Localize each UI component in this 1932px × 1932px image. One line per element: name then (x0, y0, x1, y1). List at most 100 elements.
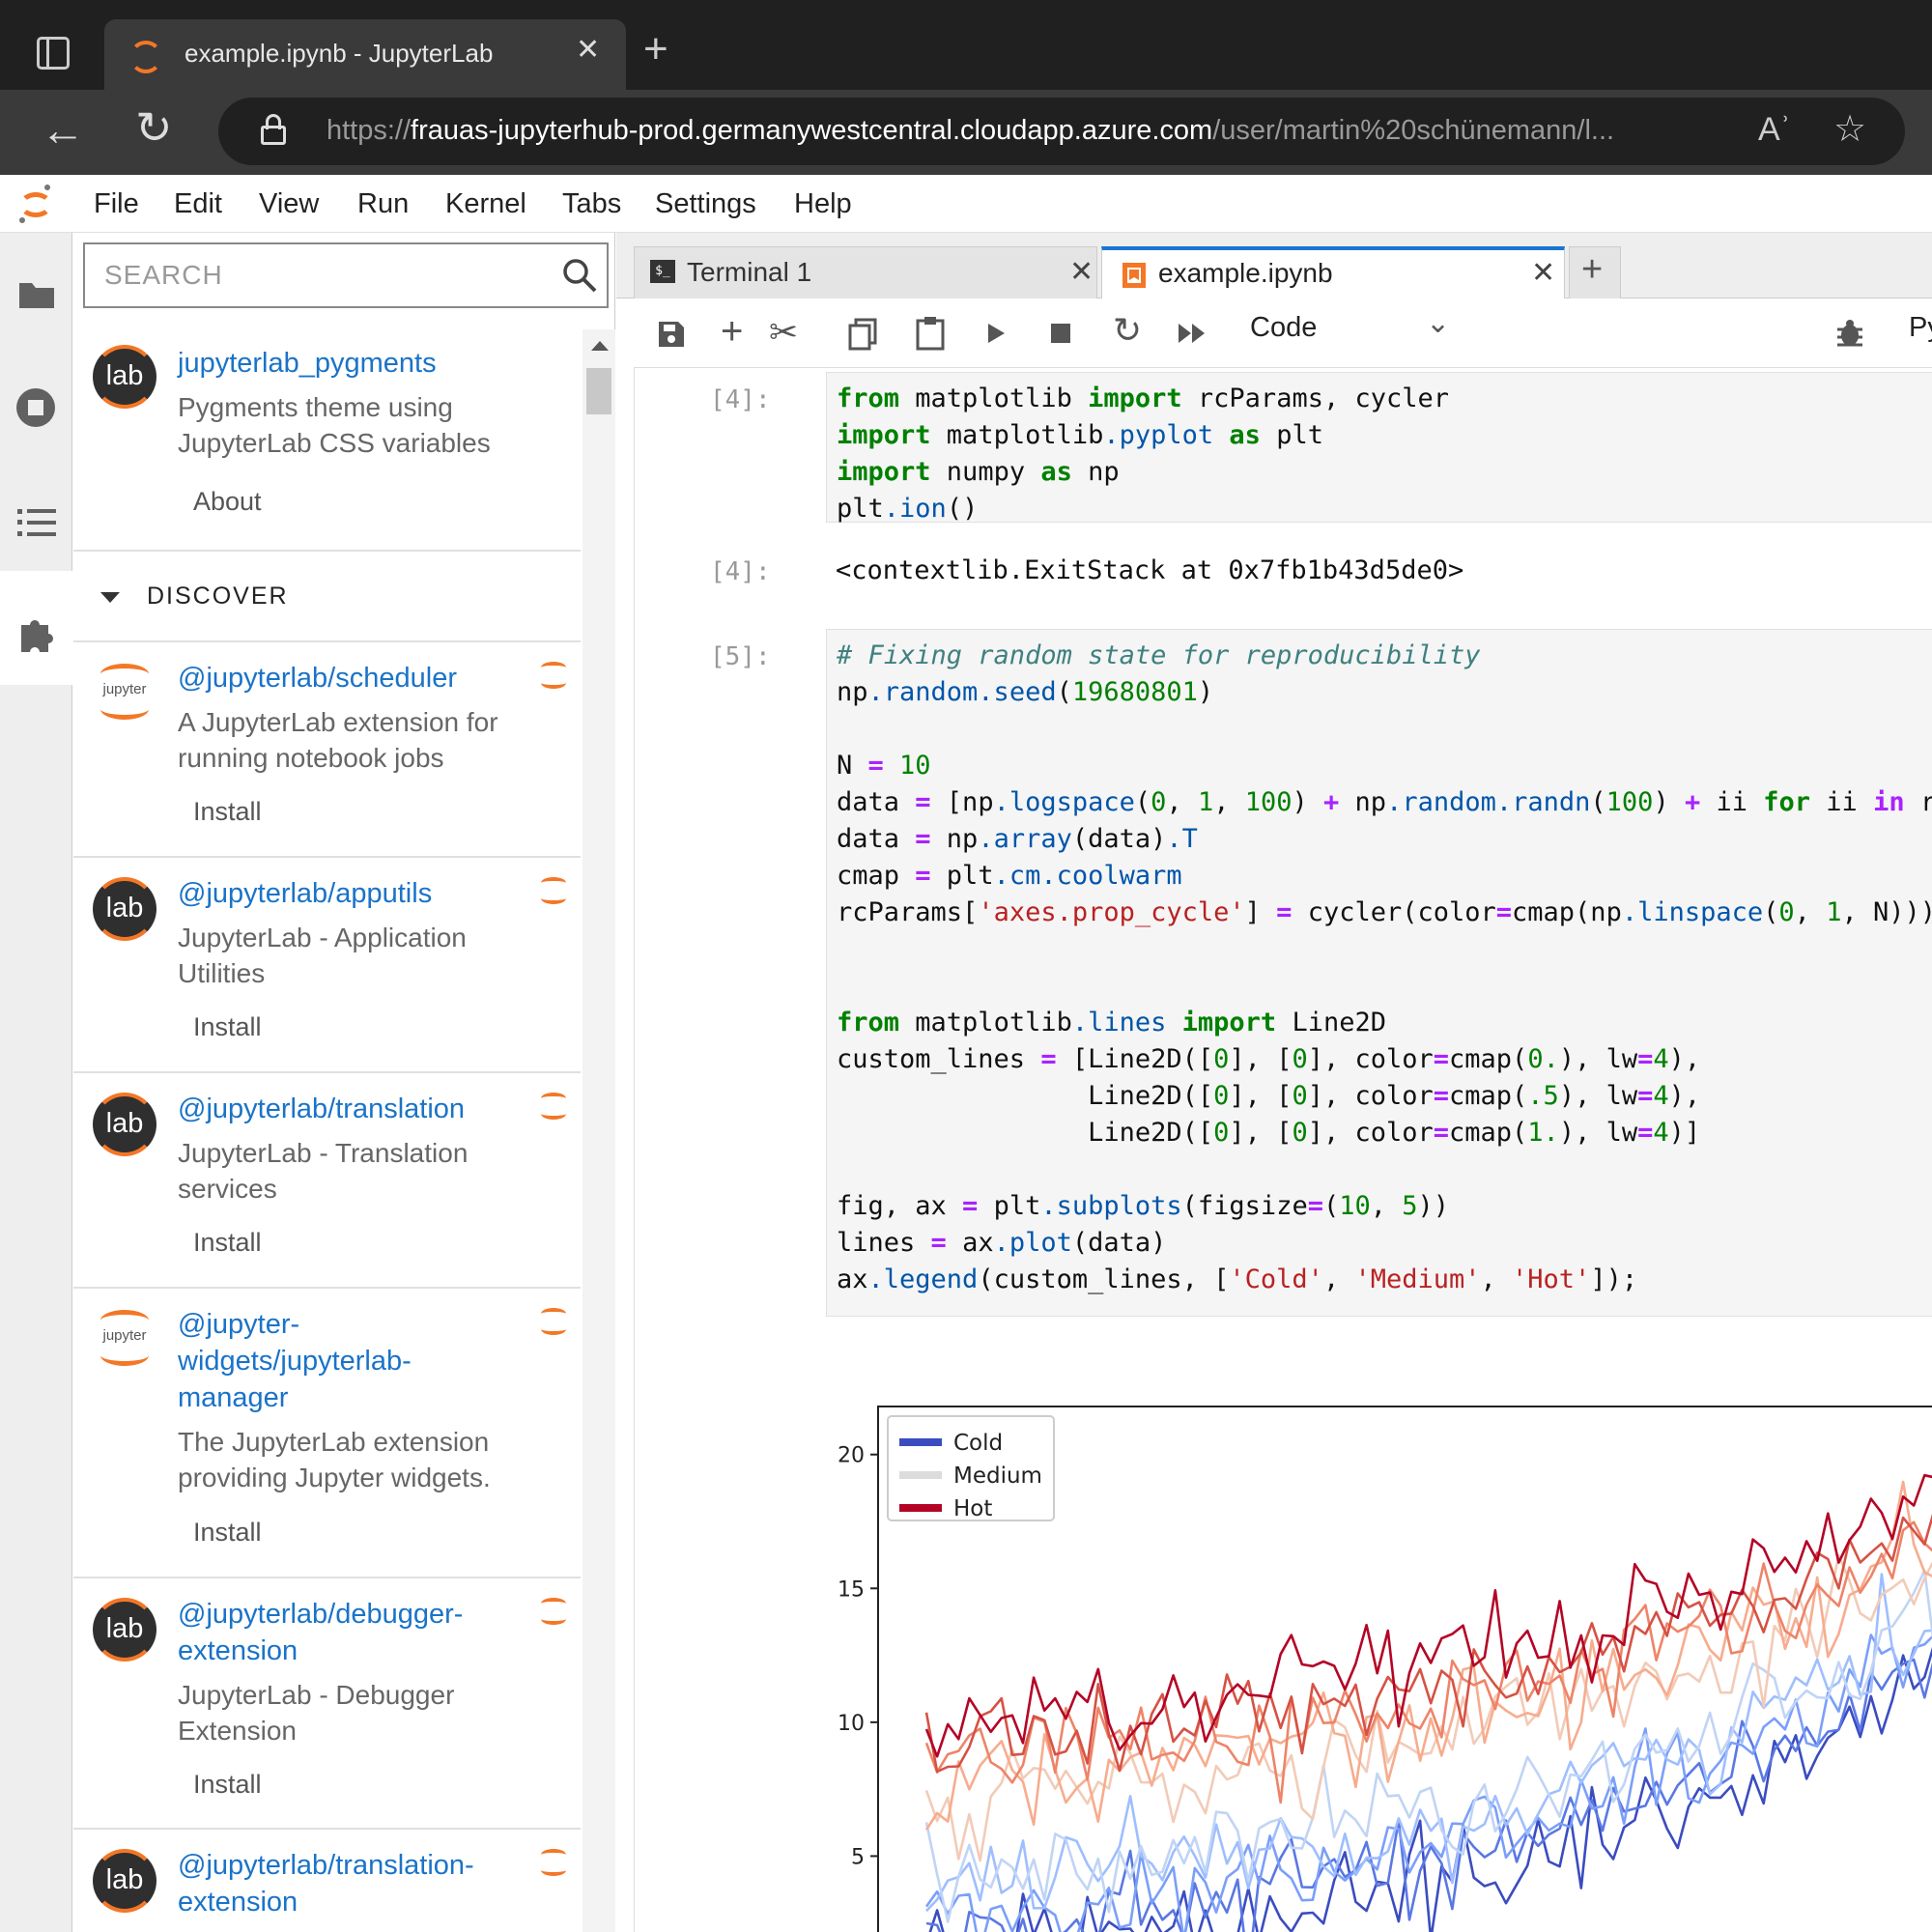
extension-manager-icon[interactable] (17, 615, 56, 656)
jupyter-logo-icon: jupyter (93, 660, 156, 724)
extension-description: JupyterLab - Application Utilities (178, 923, 467, 988)
browser-address-row: ← ↻ https://frauas-jupyterhub-prod.germa… (0, 90, 1932, 175)
jupyter-org-icon (541, 1598, 566, 1627)
extension-name[interactable]: @jupyterlab/translation (178, 1091, 465, 1127)
new-tab-icon[interactable]: + (643, 25, 668, 73)
code-cell-input[interactable]: # Fixing random state for reproducibilit… (826, 629, 1932, 1317)
discover-section-header[interactable]: DISCOVER (73, 552, 581, 642)
menu-file[interactable]: File (94, 188, 139, 220)
debugger-bug-icon[interactable] (1835, 318, 1864, 349)
url-text[interactable]: https://frauas-jupyterhub-prod.germanywe… (327, 115, 1614, 147)
cut-icon[interactable]: ✂ (769, 312, 798, 353)
jupyter-org-icon (541, 1308, 566, 1337)
add-favorite-icon[interactable]: ☆ (1833, 107, 1866, 151)
extension-name[interactable]: @jupyterlab/debugger-extension (178, 1596, 497, 1669)
paste-icon[interactable] (916, 316, 945, 351)
jupyter-favicon-icon (129, 41, 162, 73)
copy-icon[interactable] (848, 318, 877, 351)
extension-name[interactable]: @jupyterlab/translation-extension (178, 1847, 506, 1920)
install-button[interactable]: Install (193, 1012, 262, 1042)
extension-manager-panel: SEARCH lab jupyterlab_pygments Pygments … (73, 233, 615, 1932)
running-sessions-icon[interactable] (14, 386, 57, 429)
reload-icon[interactable]: ↻ (135, 101, 173, 154)
kernel-name[interactable]: Pyt (1909, 312, 1932, 344)
y-tick-label: 15 (838, 1577, 865, 1602)
about-button[interactable]: About (193, 487, 262, 517)
extension-item: jupyter @jupyterlab/scheduler A JupyterL… (73, 642, 581, 858)
address-bar[interactable]: https://frauas-jupyterhub-prod.germanywe… (218, 98, 1905, 165)
discover-label: DISCOVER (147, 582, 289, 610)
add-icon: + (1581, 249, 1604, 290)
extension-item: lab @jupyterlab/debugger-extension Jupyt… (73, 1578, 581, 1830)
tab-example-notebook[interactable]: example.ipynb ✕ (1101, 246, 1565, 300)
menu-view[interactable]: View (259, 188, 319, 220)
run-cell-icon[interactable] (985, 322, 1007, 345)
tab-label: Terminal 1 (687, 257, 812, 287)
close-icon[interactable]: ✕ (1069, 255, 1094, 289)
extension-name[interactable]: @jupyterlab/scheduler (178, 660, 457, 696)
scroll-up-arrow-icon[interactable] (591, 341, 609, 351)
menu-help[interactable]: Help (794, 188, 852, 220)
y-tick-label: 5 (851, 1845, 865, 1869)
cell-type-select[interactable]: Code (1250, 312, 1317, 344)
jupyter-org-icon (541, 1093, 566, 1122)
extension-name[interactable]: jupyterlab_pygments (178, 345, 437, 382)
browser-tab-title: example.ipynb - JupyterLab (185, 39, 494, 68)
menu-run[interactable]: Run (357, 188, 409, 220)
restart-run-all-icon[interactable] (1177, 322, 1208, 345)
legend-label: Medium (953, 1463, 1042, 1489)
table-of-contents-icon[interactable] (17, 507, 56, 538)
install-button[interactable]: Install (193, 1228, 262, 1258)
code-cell-input[interactable]: from matplotlib import rcParams, cycler … (826, 372, 1932, 524)
read-aloud-icon[interactable]: Aʾ (1758, 111, 1791, 149)
y-tick-label: 10 (838, 1712, 865, 1736)
code-editor[interactable]: from matplotlib import rcParams, cycler … (827, 381, 1932, 527)
install-button[interactable]: Install (193, 1770, 262, 1800)
restart-kernel-icon[interactable]: ↻ (1113, 310, 1142, 351)
tab-terminal-1[interactable]: $_ Terminal 1 ✕ (634, 246, 1097, 299)
extension-item: lab @jupyterlab/translation-extension (73, 1830, 581, 1932)
jupyter-org-icon (541, 1849, 566, 1878)
menu-kernel[interactable]: Kernel (445, 188, 526, 220)
code-editor[interactable]: # Fixing random state for reproducibilit… (827, 638, 1932, 1298)
jupyter-logo-icon (15, 183, 56, 225)
menu-settings[interactable]: Settings (655, 188, 756, 220)
extension-search-input[interactable]: SEARCH (83, 242, 609, 308)
jupyter-menubar: File Edit View Run Kernel Tabs Settings … (0, 175, 1932, 233)
new-launcher-button[interactable]: + (1569, 246, 1621, 299)
tab-label: example.ipynb (1158, 258, 1333, 288)
search-icon[interactable] (560, 256, 599, 295)
extension-name[interactable]: @jupyter-widgets/jupyterlab-manager (178, 1306, 468, 1416)
input-prompt: [4]: (710, 385, 771, 414)
chevron-down-icon[interactable]: ⌄ (1426, 306, 1450, 340)
close-icon[interactable]: ✕ (1531, 256, 1555, 290)
y-tick-label: 20 (838, 1444, 865, 1468)
back-arrow-icon[interactable]: ← (41, 103, 85, 156)
interrupt-kernel-icon[interactable] (1051, 324, 1070, 343)
search-placeholder: SEARCH (104, 260, 223, 290)
sidebar-scrollbar[interactable] (582, 329, 615, 1932)
jupyterlab-logo-icon: lab (93, 877, 156, 941)
browser-tab[interactable]: example.ipynb - JupyterLab ✕ (104, 19, 626, 90)
legend-label: Cold (953, 1431, 1003, 1456)
extension-name[interactable]: @jupyterlab/apputils (178, 875, 432, 912)
close-tab-icon[interactable]: ✕ (576, 33, 600, 67)
extension-item: jupyter @jupyter-widgets/jupyterlab-mana… (73, 1289, 581, 1578)
tab-actions-icon[interactable] (37, 37, 70, 70)
jupyter-org-icon (541, 877, 566, 906)
extension-description: JupyterLab - Debugger Extension (178, 1680, 455, 1746)
save-icon[interactable] (657, 320, 686, 349)
jupyter-logo-icon: jupyter (93, 1306, 156, 1370)
folder-icon[interactable] (17, 277, 56, 310)
install-button[interactable]: Install (193, 797, 262, 827)
insert-cell-icon[interactable]: + (721, 310, 743, 354)
terminal-icon: $_ (650, 260, 675, 283)
install-button[interactable]: Install (193, 1518, 262, 1548)
jupyter-org-icon (541, 662, 566, 691)
scrollbar-thumb[interactable] (586, 368, 611, 414)
menu-tabs[interactable]: Tabs (562, 188, 621, 220)
jupyterlab-logo-icon: lab (93, 1598, 156, 1662)
menu-edit[interactable]: Edit (174, 188, 222, 220)
lock-icon[interactable] (261, 114, 286, 145)
browser-tab-bar: example.ipynb - JupyterLab ✕ + (0, 0, 1932, 90)
